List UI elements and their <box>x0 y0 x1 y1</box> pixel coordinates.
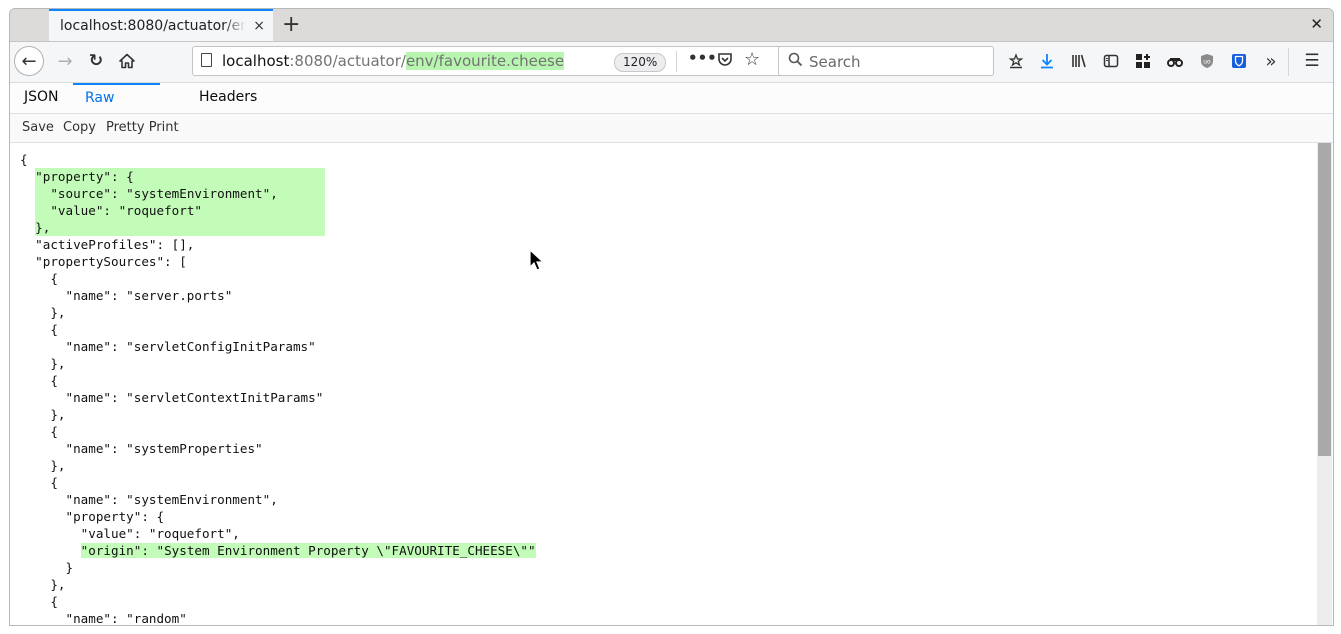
search-icon <box>788 52 803 71</box>
bookmarks-star-tray-icon[interactable] <box>1004 50 1028 72</box>
overflow-chevron-icon[interactable]: » <box>1259 50 1283 72</box>
ublock-shield-icon[interactable]: uo <box>1195 50 1219 72</box>
mouse-cursor-icon <box>529 249 545 271</box>
raw-data-toolbar: Save Copy Pretty Print <box>10 114 1333 143</box>
hamburger-menu-icon[interactable]: ☰ <box>1300 50 1324 72</box>
forward-button[interactable]: → <box>52 48 78 74</box>
page-icon <box>201 53 212 67</box>
raw-json-line: "value": "roquefort", <box>20 526 240 541</box>
window-close-button[interactable]: ✕ <box>1310 15 1323 33</box>
bookmark-star-icon[interactable]: ☆ <box>744 49 760 70</box>
tab-strip: localhost:8080/actuator/env/favourite.ch… <box>10 9 1333 42</box>
back-button[interactable]: ← <box>14 46 44 76</box>
raw-json-line: } <box>20 560 74 575</box>
raw-json-line: "value": "roquefort" <box>20 202 536 219</box>
raw-json-text[interactable]: { "property": { "source": "systemEnviron… <box>20 151 536 625</box>
search-input[interactable] <box>807 50 991 74</box>
raw-json-line: { <box>20 271 58 286</box>
url-host: localhost <box>222 52 290 70</box>
vertical-scrollbar[interactable] <box>1317 143 1332 625</box>
binoculars-icon[interactable] <box>1163 50 1187 72</box>
raw-json-line: "name": "server.ports" <box>20 288 233 303</box>
browser-tab-active[interactable]: localhost:8080/actuator/env/favourite.ch… <box>49 9 273 41</box>
browser-window: localhost:8080/actuator/env/favourite.ch… <box>9 8 1334 626</box>
raw-json-line: "origin": "System Environment Property \… <box>80 543 536 558</box>
tab-close-icon[interactable]: × <box>253 18 265 34</box>
raw-json-line: { <box>20 424 58 439</box>
raw-json-line: "property": { <box>20 168 536 185</box>
pretty-print-button[interactable]: Pretty Print <box>106 114 179 142</box>
arrow-left-icon: ← <box>21 50 37 72</box>
new-tab-button[interactable]: + <box>282 11 300 39</box>
reload-button[interactable]: ↻ <box>83 48 109 74</box>
raw-json-line: "name": "servletConfigInitParams" <box>20 339 316 354</box>
raw-json-line: "name": "random" <box>20 611 187 625</box>
raw-json-line: { <box>20 594 58 609</box>
home-icon <box>119 53 135 69</box>
zoom-level-badge[interactable]: 120% <box>614 53 667 72</box>
url-path: :8080/actuator/ <box>289 52 406 70</box>
raw-json-line: "activeProfiles": [], <box>20 237 195 252</box>
extension-grid-icon[interactable] <box>1131 50 1155 72</box>
raw-json-line: "name": "systemProperties" <box>20 441 263 456</box>
pocket-icon[interactable] <box>717 51 733 71</box>
raw-json-line: { <box>20 152 28 167</box>
url-highlighted-path: env/favourite.cheese <box>405 52 565 70</box>
tab-headers[interactable]: Headers <box>187 83 269 113</box>
url-text[interactable]: localhost:8080/actuator/env/favourite.ch… <box>222 52 565 70</box>
tab-title: localhost:8080/actuator/env/favourite.ch… <box>60 18 246 34</box>
json-viewer-tabs: JSON Raw Data Headers <box>10 83 1333 132</box>
library-icon[interactable] <box>1067 50 1091 72</box>
reload-icon: ↻ <box>88 51 104 71</box>
toolbar-divider <box>1288 48 1289 76</box>
raw-json-line: { <box>20 322 58 337</box>
tab-raw-data[interactable]: Raw Data <box>73 83 160 132</box>
raw-json-line: "propertySources": [ <box>20 254 187 269</box>
home-button[interactable] <box>114 48 140 74</box>
raw-json-line: "name": "servletContextInitParams" <box>20 390 324 405</box>
navigation-toolbar: ← → ↻ localhost:8080/actuator/env/favour… <box>10 42 1333 83</box>
raw-json-line: }, <box>20 577 66 592</box>
downloads-icon[interactable] <box>1035 50 1059 72</box>
raw-json-line: }, <box>20 356 66 371</box>
arrow-right-icon: → <box>57 50 73 72</box>
raw-data-content: { "property": { "source": "systemEnviron… <box>10 143 1317 625</box>
raw-json-line: { <box>20 373 58 388</box>
raw-json-line: }, <box>20 407 66 422</box>
tab-json[interactable]: JSON <box>12 83 71 113</box>
raw-json-line: }, <box>20 219 536 236</box>
svg-text:uo: uo <box>1203 59 1211 66</box>
url-bar-divider <box>676 51 677 72</box>
pocket-icon-svg <box>718 53 732 66</box>
raw-json-line: "source": "systemEnvironment", <box>20 185 536 202</box>
page-actions-icon[interactable]: ••• <box>688 49 717 67</box>
sidebar-icon[interactable] <box>1099 50 1123 72</box>
copy-button[interactable]: Copy <box>63 114 96 142</box>
raw-json-line: }, <box>20 305 66 320</box>
scrollbar-thumb[interactable] <box>1318 143 1331 456</box>
search-box[interactable] <box>778 46 994 76</box>
raw-json-line: "property": { <box>20 509 165 524</box>
raw-json-line: { <box>20 475 58 490</box>
raw-json-line: }, <box>20 458 66 473</box>
raw-json-line: "name": "systemEnvironment", <box>20 492 278 507</box>
bitwarden-shield-icon[interactable] <box>1227 50 1251 72</box>
save-button[interactable]: Save <box>22 114 54 142</box>
